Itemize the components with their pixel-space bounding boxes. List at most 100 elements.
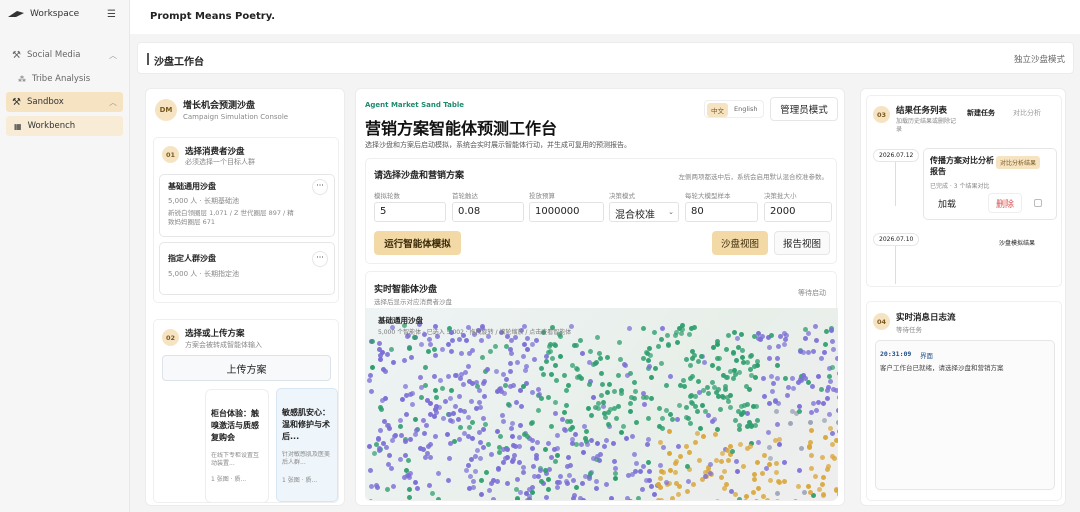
agent-dot[interactable] [552,459,558,465]
agent-dot[interactable] [765,497,771,500]
agent-dot[interactable] [588,412,594,418]
agent-dot[interactable] [728,405,734,411]
agent-dot[interactable] [515,476,521,482]
rounds-input[interactable]: 5 [374,202,446,222]
agent-dot[interactable] [756,330,762,336]
agent-dot[interactable] [469,399,475,405]
agent-dot[interactable] [768,332,774,338]
agent-dot[interactable] [464,467,469,473]
agent-dot[interactable] [828,378,834,384]
agent-dot[interactable] [783,337,789,343]
agent-dot[interactable] [606,382,612,387]
agent-dot[interactable] [615,372,621,378]
agent-dot[interactable] [738,441,744,447]
agent-dot[interactable] [768,477,774,483]
agent-dot[interactable] [542,468,548,473]
agent-dot[interactable] [482,394,488,400]
agent-dot[interactable] [689,326,694,332]
agent-dot[interactable] [568,463,574,469]
agent-dot[interactable] [600,381,606,387]
agent-dot[interactable] [565,418,571,424]
agent-dot[interactable] [667,451,673,457]
agent-dot[interactable] [366,444,372,450]
agent-dot[interactable] [720,373,726,379]
agent-dot[interactable] [656,344,662,350]
agent-dot[interactable] [508,351,514,357]
agent-dot[interactable] [690,400,695,406]
agent-dot[interactable] [647,468,653,474]
agent-dot[interactable] [837,472,838,478]
agent-dot[interactable] [829,442,835,448]
agent-dot[interactable] [546,395,552,400]
agent-dot[interactable] [659,326,665,332]
agent-dot[interactable] [808,410,814,416]
agent-dot[interactable] [545,476,551,482]
agent-dot[interactable] [498,433,504,439]
agent-dot[interactable] [423,365,428,370]
agent-dot[interactable] [576,373,582,379]
agent-dot[interactable] [553,377,559,383]
agent-dot[interactable] [813,324,818,330]
agent-dot[interactable] [543,353,549,359]
agent-dot[interactable] [544,495,550,500]
agent-dot[interactable] [448,348,454,354]
agent-dot[interactable] [659,337,665,342]
agent-dot[interactable] [530,445,536,451]
agent-dot[interactable] [449,419,455,425]
agent-dot[interactable] [828,327,834,333]
agent-dot[interactable] [380,397,386,403]
agent-dot[interactable] [819,387,825,393]
agent-dot[interactable] [575,366,581,372]
agent-dot[interactable] [819,355,824,361]
agent-dot[interactable] [684,443,690,449]
agent-dot[interactable] [398,457,403,463]
agent-dot[interactable] [371,451,377,457]
agent-dot[interactable] [552,362,558,368]
agent-dot[interactable] [518,490,524,496]
agent-dot[interactable] [504,447,510,452]
agent-dot[interactable] [490,496,496,500]
agent-dot[interactable] [617,339,623,345]
agent-dot[interactable] [773,408,779,414]
agent-dot[interactable] [426,349,432,355]
agent-dot[interactable] [512,452,518,458]
agent-dot[interactable] [375,484,380,490]
agent-dot[interactable] [648,484,654,490]
agent-dot[interactable] [833,487,838,493]
agent-dot[interactable] [546,441,552,447]
batch-size-input[interactable]: 2000 [764,202,832,222]
agent-dot[interactable] [624,372,630,378]
agent-dot[interactable] [705,413,711,419]
agent-dot[interactable] [586,382,592,388]
agent-dot[interactable] [726,398,732,404]
agent-dot[interactable] [573,442,579,448]
agent-dot[interactable] [822,435,828,441]
agent-dot[interactable] [724,347,730,353]
lang-en-button[interactable]: English [734,105,757,113]
agent-dot[interactable] [463,338,469,344]
agent-dot[interactable] [715,426,721,432]
agent-dot[interactable] [636,496,641,500]
agent-dot[interactable] [552,342,558,348]
agent-dot[interactable] [432,434,438,440]
agent-dot[interactable] [446,477,452,483]
agent-dot[interactable] [397,424,403,430]
upload-plan-button[interactable]: 上传方案 [162,355,331,381]
agent-dot[interactable] [721,486,727,491]
agent-dot[interactable] [646,364,652,369]
agent-dot[interactable] [376,436,382,442]
agent-dot[interactable] [784,392,790,398]
agent-dot[interactable] [422,431,428,436]
agent-dot[interactable] [736,496,742,500]
agent-dot[interactable] [773,460,779,466]
agent-dot[interactable] [611,389,617,395]
agent-dot[interactable] [480,355,486,360]
agent-dot[interactable] [409,391,415,397]
agent-dot[interactable] [561,410,567,416]
agent-dot[interactable] [633,420,639,426]
agent-dot[interactable] [456,416,461,422]
agent-dot[interactable] [708,470,714,476]
agent-dot[interactable] [438,378,444,384]
agent-dot[interactable] [608,406,614,412]
agent-dot[interactable] [525,335,530,341]
